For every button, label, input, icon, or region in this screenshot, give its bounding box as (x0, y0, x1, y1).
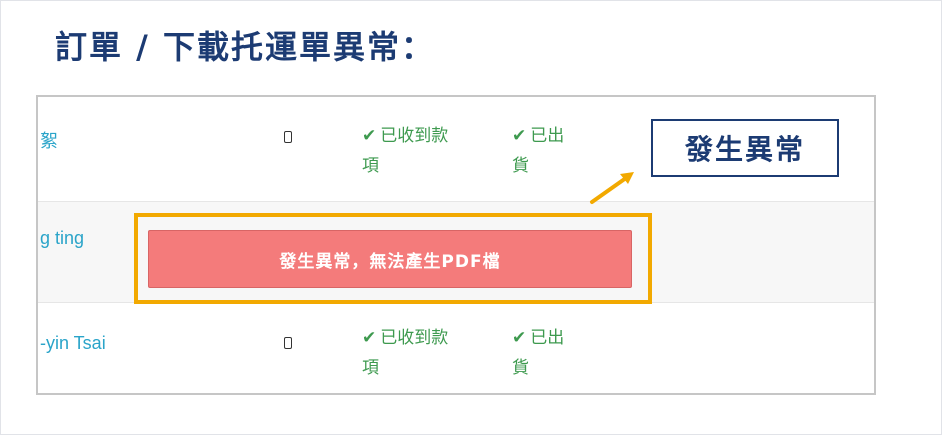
customer-name-link[interactable]: g ting (40, 228, 84, 249)
callout-arrow-icon (590, 172, 634, 204)
customer-name-link[interactable]: -yin Tsai (40, 333, 106, 354)
phone-icon (284, 131, 292, 143)
phone-icon (284, 337, 292, 349)
shipping-status: ✔ 已出 貨 (512, 328, 565, 378)
shipping-status: ✔ 已出 貨 (512, 126, 565, 176)
page-title: 訂單 / 下載托運單異常： (55, 28, 435, 66)
table-row: -yin Tsai ✔ 已收到款 項 ✔ 已出 貨 (38, 303, 874, 393)
check-icon: ✔ (512, 328, 527, 348)
pdf-error-button[interactable]: 發生異常，無法產生PDF檔 (148, 230, 632, 288)
payment-status: ✔ 已收到款 項 (362, 126, 449, 176)
check-icon: ✔ (362, 126, 377, 146)
error-callout: 發生異常 (651, 119, 839, 177)
check-icon: ✔ (362, 328, 377, 348)
check-icon: ✔ (512, 126, 527, 146)
customer-name-link[interactable]: 絮 (40, 127, 58, 153)
payment-status: ✔ 已收到款 項 (362, 328, 449, 378)
